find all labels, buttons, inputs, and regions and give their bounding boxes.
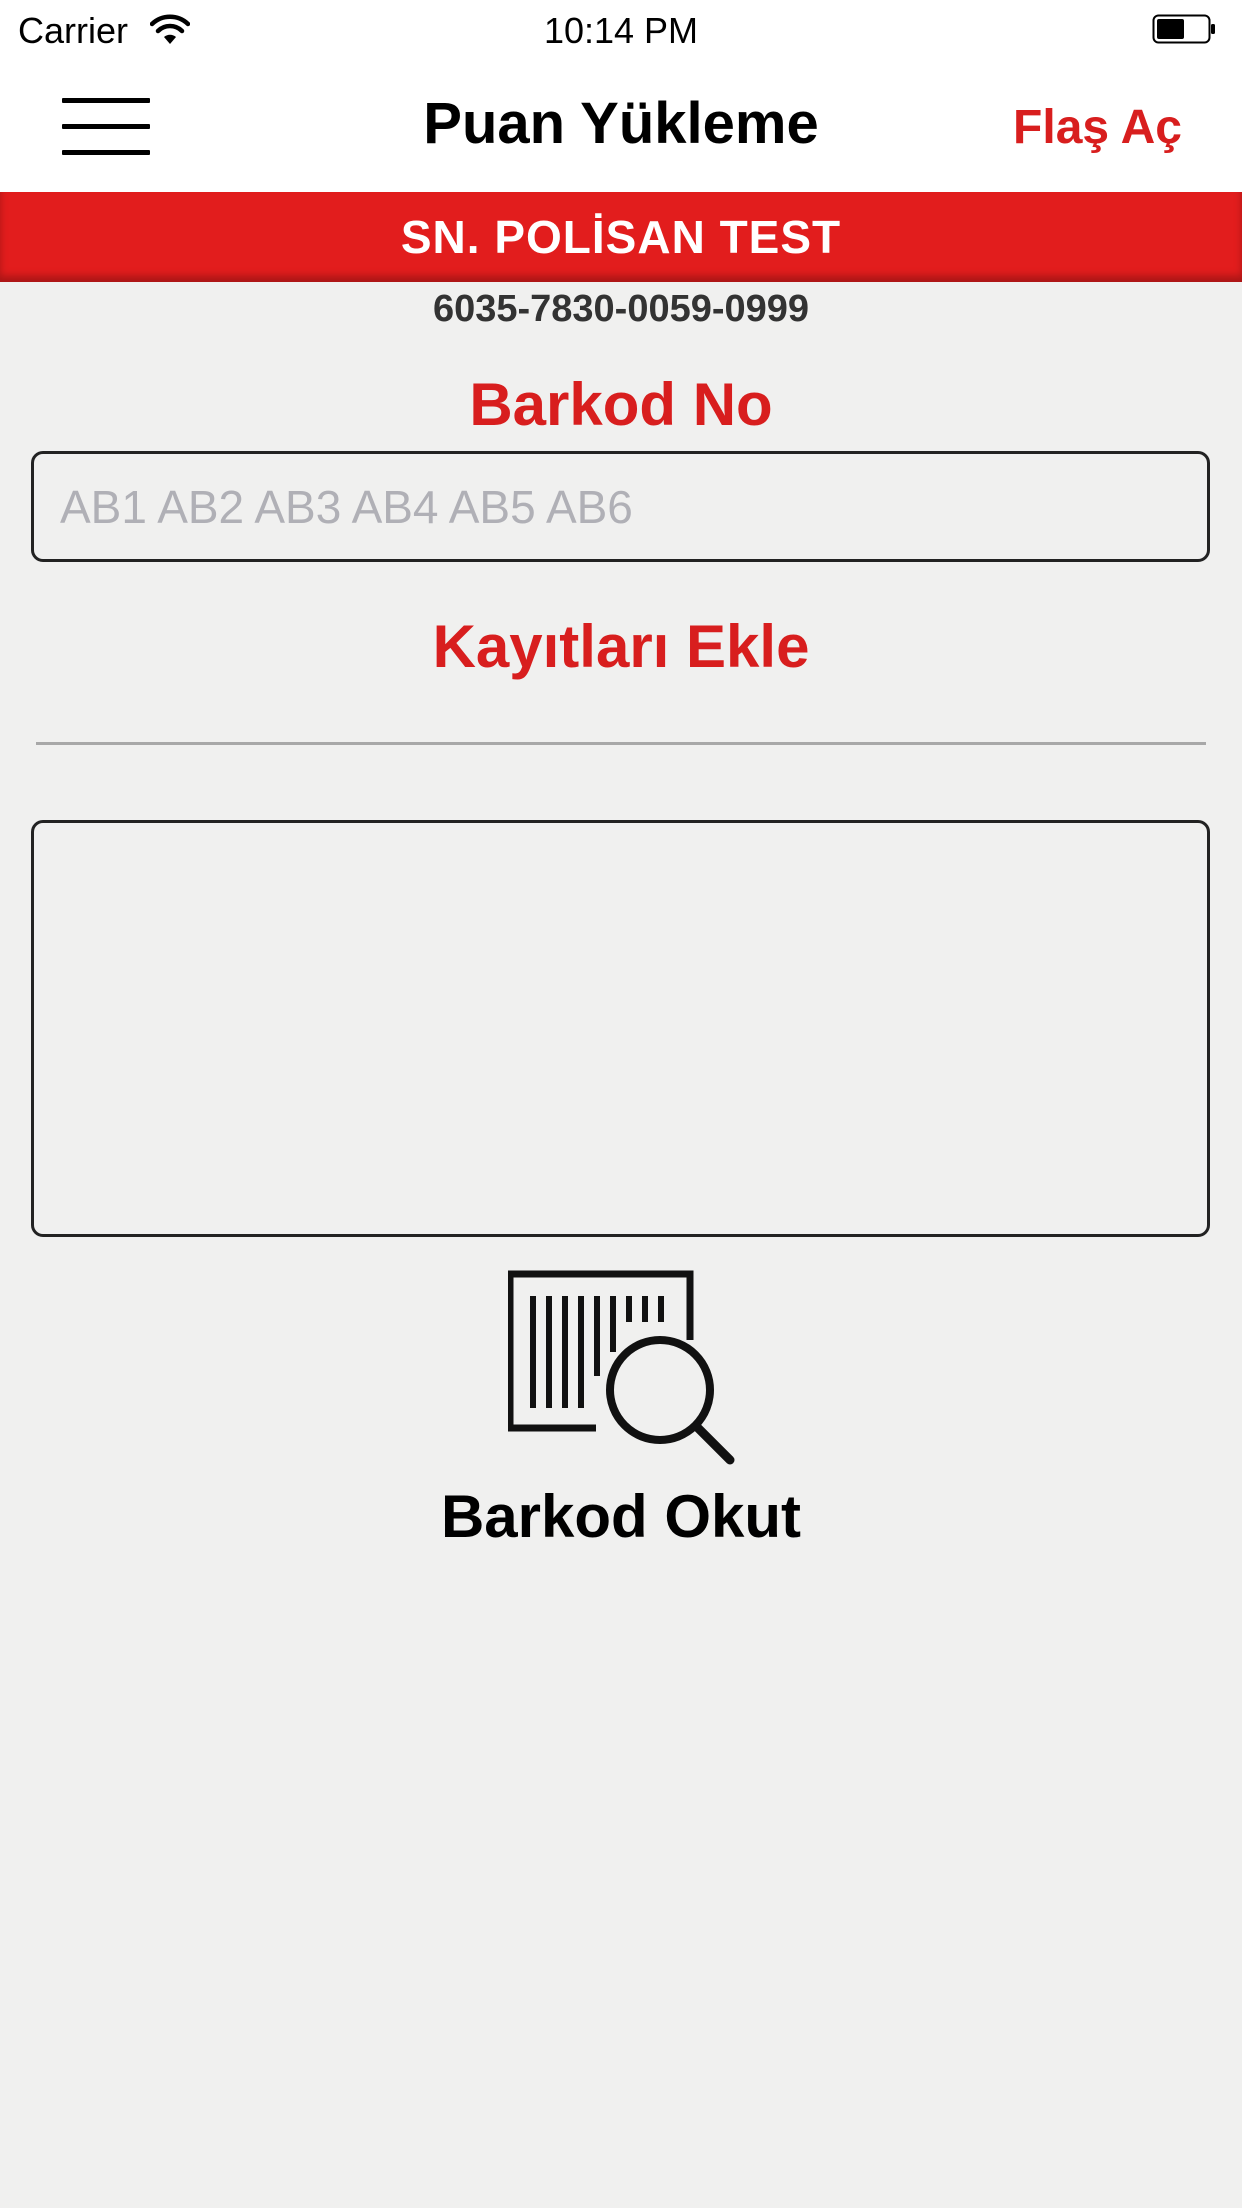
flash-toggle-button[interactable]: Flaş Aç [1013, 100, 1182, 155]
clock: 10:14 PM [543, 10, 699, 51]
customer-name-banner: SN. POLİSAN TEST [0, 192, 1242, 282]
navigation-bar: Puan Yükleme Flaş Aç [0, 62, 1242, 192]
card-number: 6035-7830-0059-0999 [432, 288, 810, 330]
status-bar: Carrier 10:14 PM [0, 0, 1242, 62]
customer-name: SN. POLİSAN TEST [400, 211, 842, 263]
records-list[interactable] [31, 820, 1210, 1237]
scan-barcode-label: Barkod Okut [440, 1483, 802, 1550]
add-records-button[interactable]: Kayıtları Ekle [0, 612, 1242, 681]
barcode-scan-icon [508, 1270, 735, 1465]
scan-barcode-button[interactable]: Barkod Okut [421, 1270, 821, 1560]
barcode-label: Barkod No [469, 371, 773, 438]
divider [36, 742, 1206, 745]
battery-icon [1152, 14, 1215, 44]
barcode-input[interactable] [31, 451, 1210, 562]
